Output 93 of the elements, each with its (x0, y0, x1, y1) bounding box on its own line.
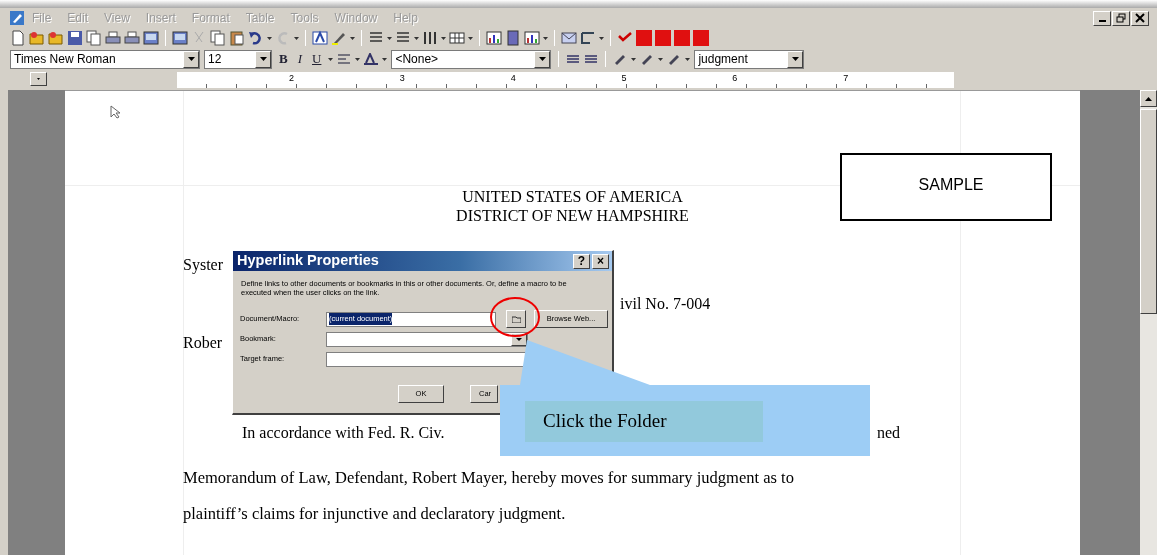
size-combo[interactable]: 12 (204, 49, 272, 69)
dropdown-button[interactable] (255, 50, 271, 68)
close-button[interactable] (1131, 10, 1149, 26)
help-button[interactable]: ? (573, 253, 590, 269)
book-icon[interactable] (505, 30, 521, 46)
ruler-number: 3 (399, 72, 406, 85)
font-combo[interactable]: Times New Roman (10, 49, 200, 69)
callout-text: Click the Folder (525, 401, 763, 442)
bar-chart-icon[interactable] (524, 30, 540, 46)
font-color-icon (364, 53, 379, 65)
align-icon (337, 53, 352, 65)
caret-icon (387, 36, 392, 40)
case-number: ivil No. 7-004 (620, 293, 711, 314)
heading-line: UNITED STATES OF AMERICA (461, 187, 684, 206)
ruler-number: 6 (732, 72, 739, 85)
sample-stamp: SAMPLE (840, 153, 1052, 221)
style-combo[interactable]: <None> (391, 49, 552, 69)
folder-button[interactable] (506, 310, 526, 328)
scrollbar-thumb[interactable] (1140, 109, 1157, 314)
ruler-number: 7 (843, 72, 850, 85)
printer-icon[interactable] (105, 30, 121, 46)
printer-icon[interactable] (124, 30, 140, 46)
indent-icon (566, 53, 581, 65)
caret-icon (543, 36, 548, 40)
tab-stop-button[interactable] (30, 72, 47, 86)
indent-icon (584, 53, 599, 65)
dropdown-button[interactable] (534, 50, 551, 68)
close-button[interactable]: × (592, 253, 609, 269)
restore-button[interactable] (1112, 10, 1130, 26)
caret-icon (382, 57, 388, 61)
undo-icon[interactable] (248, 30, 264, 46)
folder-icon (511, 315, 521, 323)
format-button[interactable]: B (276, 49, 291, 69)
caret-icon (631, 57, 637, 61)
heading-line: DISTRICT OF NEW HAMPSHIRE (455, 206, 690, 225)
text-frame-icon[interactable] (312, 30, 328, 46)
caret-icon (538, 57, 546, 61)
app-logo-icon (10, 11, 24, 25)
caret-icon (294, 36, 299, 40)
cursor-icon (110, 105, 120, 119)
paragraph-text: In accordance with Fed. R. Civ. (242, 422, 445, 443)
dropdown-field[interactable] (326, 331, 528, 347)
close-icon (1135, 13, 1145, 23)
caret-icon (685, 57, 691, 61)
party-name: Rober (183, 332, 223, 353)
tab-icon (37, 77, 40, 81)
caret-icon (350, 36, 355, 40)
frame-icon[interactable] (580, 30, 596, 46)
caret-icon (328, 57, 334, 61)
columns-icon[interactable] (422, 30, 438, 46)
pages-icon[interactable] (210, 30, 226, 46)
paragraph-text: Memorandum of Law, Defendant, Robert Mayer, hereby moves for summary judgment as to (183, 466, 794, 489)
envelope-icon[interactable] (561, 30, 577, 46)
minimize-icon (1098, 19, 1106, 22)
caret-icon (187, 57, 195, 61)
caret-icon (267, 36, 272, 40)
page-icon[interactable] (10, 30, 26, 46)
caret-icon (468, 36, 473, 40)
caret-icon (441, 36, 446, 40)
caret-icon (414, 36, 419, 40)
format-button[interactable]: I (294, 49, 305, 69)
picture-frame-icon[interactable] (172, 30, 188, 46)
folder-icon[interactable] (48, 30, 64, 46)
caret-icon (791, 57, 799, 61)
table-icon[interactable] (449, 30, 465, 46)
clipboard-icon[interactable] (229, 30, 245, 46)
paragraph-text: plaintiff’s claims for injunctive and declaratory judgment. (183, 502, 566, 525)
input-field[interactable] (326, 351, 528, 367)
scroll-up-button[interactable] (1140, 90, 1157, 107)
highlighter-icon[interactable] (331, 30, 347, 46)
folder-icon[interactable] (29, 30, 45, 46)
ruler-number: 2 (289, 72, 295, 85)
highlight-circle (489, 296, 541, 338)
minimize-button[interactable] (1093, 10, 1111, 26)
caret-icon (599, 36, 604, 40)
dropdown-button[interactable] (787, 50, 804, 68)
pages-icon[interactable] (86, 30, 102, 46)
dropdown-button[interactable] (183, 50, 199, 68)
bar-chart-icon[interactable] (486, 30, 502, 46)
caret-icon (355, 57, 361, 61)
ruler-number: 4 (510, 72, 517, 85)
format-button[interactable]: U (309, 49, 325, 69)
dialog-title: Hyperlink Properties (237, 251, 379, 271)
ruler-number: 5 (621, 72, 628, 85)
paragraph-text: ned (876, 422, 900, 443)
find-combo[interactable]: judgment (694, 49, 805, 69)
caret-icon (259, 57, 267, 61)
restore-icon (1116, 13, 1126, 23)
party-name: Syster (183, 254, 223, 276)
pen-icon (613, 53, 628, 65)
up-arrow-icon (1145, 96, 1152, 101)
picture-frame-icon[interactable] (143, 30, 159, 46)
caret-icon (658, 57, 664, 61)
